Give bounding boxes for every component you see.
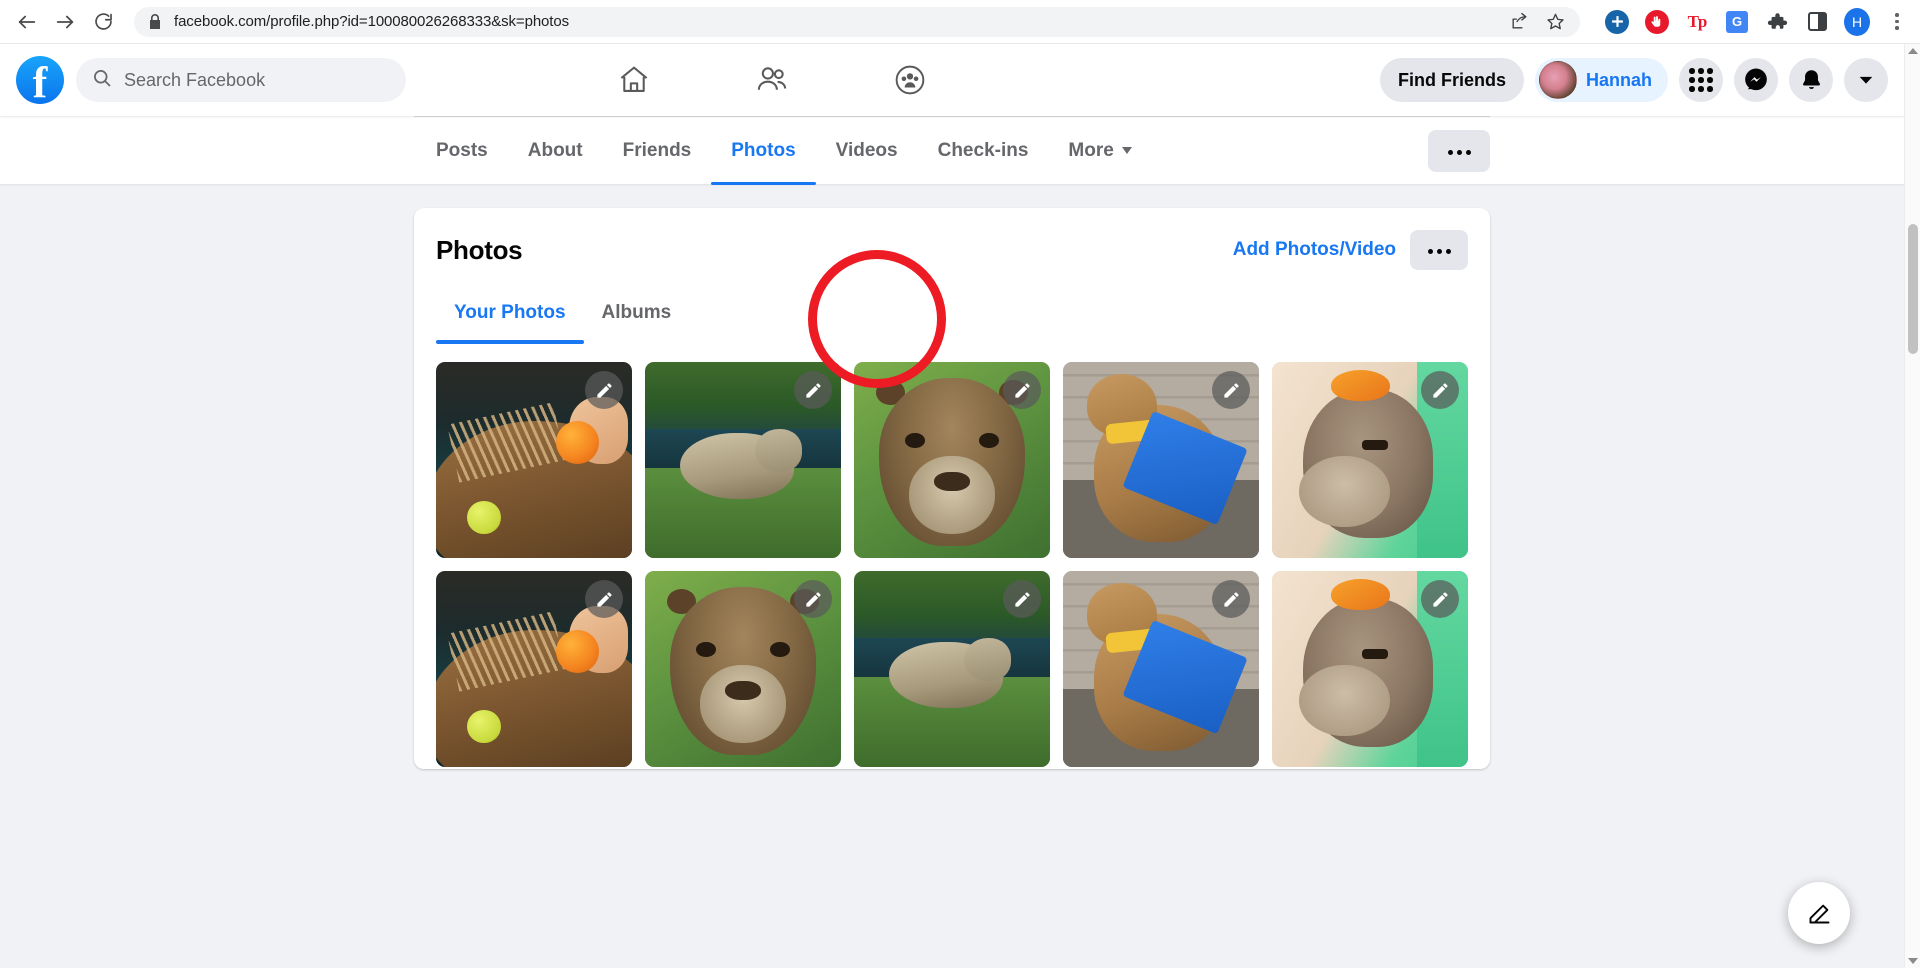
pencil-icon[interactable] xyxy=(1003,371,1041,409)
page-scrollbar[interactable] xyxy=(1904,44,1920,968)
chrome-menu-kebab-icon[interactable] xyxy=(1884,9,1910,35)
forward-arrow-icon[interactable] xyxy=(48,5,82,39)
tab-label: Videos xyxy=(835,139,898,161)
pencil-icon[interactable] xyxy=(1212,371,1250,409)
puzzle-extensions-icon[interactable] xyxy=(1764,9,1790,35)
profile-tab-photos[interactable]: Photos xyxy=(711,122,817,185)
search-icon xyxy=(92,68,112,93)
header-right-actions: Find Friends Hannah xyxy=(1379,58,1888,102)
photo-thumbnail[interactable] xyxy=(645,571,841,767)
photos-subtabs: Your Photos Albums xyxy=(436,250,1468,388)
pencil-icon[interactable] xyxy=(1421,580,1459,618)
add-photos-video-button[interactable]: Add Photos/Video xyxy=(1233,239,1396,261)
notifications-bell-icon[interactable] xyxy=(1789,58,1833,102)
scrollbar-thumb[interactable] xyxy=(1908,224,1918,354)
photo-thumbnail[interactable] xyxy=(854,362,1050,558)
photo-thumbnail[interactable] xyxy=(1272,571,1468,767)
page-viewport: f Search Facebook Find Friends Hannah Po… xyxy=(0,44,1920,968)
profile-more-options-button[interactable] xyxy=(1428,129,1490,172)
profile-tab-friends[interactable]: Friends xyxy=(603,122,712,180)
back-arrow-icon[interactable] xyxy=(10,5,44,39)
profile-tab-checkins[interactable]: Check-ins xyxy=(918,122,1049,180)
chevron-down-icon xyxy=(1121,147,1132,154)
photos-more-options-button[interactable] xyxy=(1410,230,1468,270)
ellipsis-icon xyxy=(1446,142,1473,160)
facebook-header: f Search Facebook Find Friends Hannah xyxy=(0,44,1904,116)
profile-chip[interactable]: Hannah xyxy=(1534,58,1668,102)
tab-label: About xyxy=(527,139,583,161)
profile-tab-more[interactable]: More xyxy=(1048,122,1151,180)
browser-toolbar: facebook.com/profile.php?id=100080026268… xyxy=(0,0,1920,44)
header-nav-icons xyxy=(611,57,933,103)
tab-label: Posts xyxy=(436,139,488,161)
tab-label: Friends xyxy=(622,139,692,161)
address-bar[interactable]: facebook.com/profile.php?id=100080026268… xyxy=(134,6,1580,37)
profile-tab-about[interactable]: About xyxy=(508,122,603,180)
star-icon[interactable] xyxy=(1544,11,1566,33)
pencil-icon[interactable] xyxy=(794,580,832,618)
colorzilla-extension-icon[interactable] xyxy=(1604,9,1630,35)
profile-tab-videos[interactable]: Videos xyxy=(816,122,918,180)
tab-your-photos[interactable]: Your Photos xyxy=(436,296,584,344)
find-friends-button[interactable]: Find Friends xyxy=(1379,58,1524,102)
photo-thumbnail[interactable] xyxy=(1063,362,1259,558)
tab-label: Photos xyxy=(731,139,796,161)
tab-label: Check-ins xyxy=(937,139,1029,161)
photo-thumbnail[interactable] xyxy=(436,571,632,767)
photos-card-header: Photos Add Photos/Video xyxy=(436,230,1468,270)
adblock-extension-icon[interactable] xyxy=(1644,9,1670,35)
share-icon[interactable] xyxy=(1508,11,1530,33)
pencil-icon[interactable] xyxy=(1003,580,1041,618)
friends-icon[interactable] xyxy=(749,57,795,103)
url-text: facebook.com/profile.php?id=100080026268… xyxy=(174,13,570,30)
pencil-icon[interactable] xyxy=(794,371,832,409)
photo-thumbnail[interactable] xyxy=(1063,571,1259,767)
google-translate-extension-icon[interactable]: G xyxy=(1724,9,1750,35)
chrome-profile-avatar[interactable]: H xyxy=(1844,7,1870,36)
page-title: Photos xyxy=(436,234,523,265)
facebook-logo-icon[interactable]: f xyxy=(16,56,64,104)
home-icon[interactable] xyxy=(611,57,657,103)
pencil-icon[interactable] xyxy=(1421,371,1459,409)
photo-grid xyxy=(436,362,1468,769)
browser-extensions: Tp G H xyxy=(1592,7,1910,36)
profile-nav: Posts About Friends Photos Videos Check-… xyxy=(0,116,1904,185)
groups-icon[interactable] xyxy=(887,57,933,103)
ellipsis-icon xyxy=(1426,241,1453,259)
photo-thumbnail[interactable] xyxy=(645,362,841,558)
photo-thumbnail[interactable] xyxy=(854,571,1050,767)
photo-thumbnail[interactable] xyxy=(1272,362,1468,558)
messenger-icon[interactable] xyxy=(1734,58,1778,102)
pencil-icon[interactable] xyxy=(585,580,623,618)
scroll-up-arrow-icon[interactable] xyxy=(1907,48,1918,54)
menu-grid-icon[interactable] xyxy=(1679,58,1723,102)
profile-name: Hannah xyxy=(1585,69,1652,90)
lock-icon xyxy=(148,13,162,30)
photos-card: Photos Add Photos/Video Your Photos Albu… xyxy=(414,208,1490,769)
side-panel-icon[interactable] xyxy=(1804,9,1830,35)
profile-tab-posts[interactable]: Posts xyxy=(416,122,508,180)
page-content: f Search Facebook Find Friends Hannah Po… xyxy=(0,44,1904,968)
scroll-down-arrow-icon[interactable] xyxy=(1907,958,1918,964)
account-chevron-down-icon[interactable] xyxy=(1844,58,1888,102)
tab-label: More xyxy=(1068,139,1114,161)
reload-icon[interactable] xyxy=(86,5,120,39)
search-input[interactable]: Search Facebook xyxy=(76,58,406,102)
search-placeholder: Search Facebook xyxy=(124,69,266,90)
avatar xyxy=(1538,61,1577,99)
photo-thumbnail[interactable] xyxy=(436,362,632,558)
pencil-icon[interactable] xyxy=(585,371,623,409)
compose-post-fab[interactable] xyxy=(1788,882,1850,944)
tab-albums[interactable]: Albums xyxy=(584,296,690,344)
pencil-icon[interactable] xyxy=(1212,580,1250,618)
textpower-extension-icon[interactable]: Tp xyxy=(1684,9,1710,35)
